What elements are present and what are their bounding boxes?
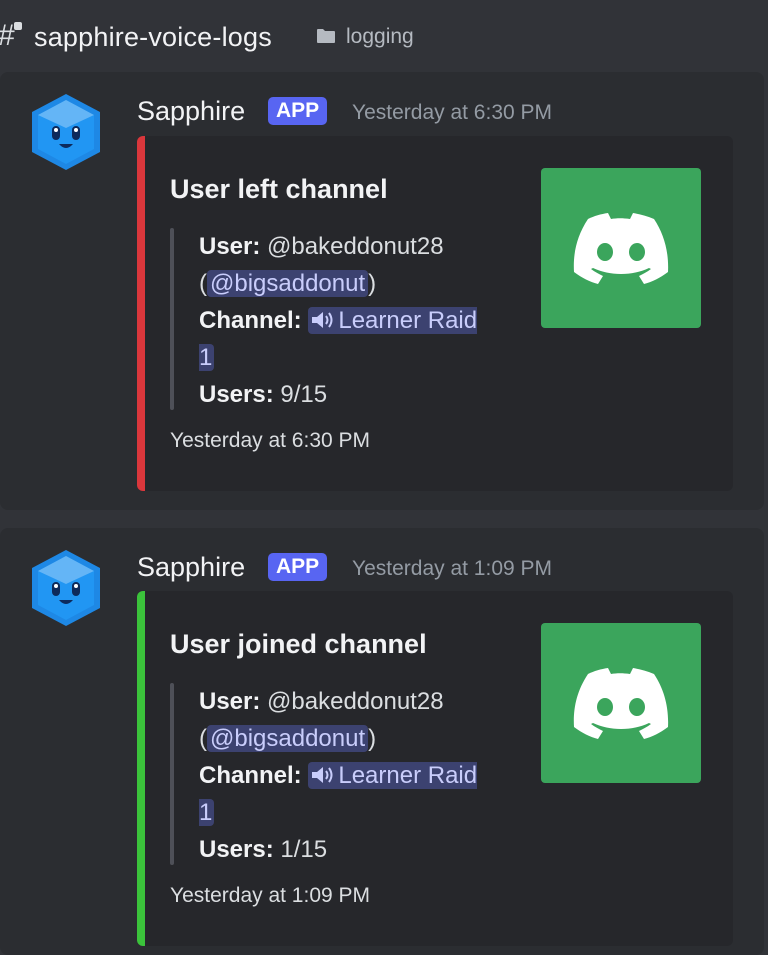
hash-lock-icon: #	[0, 18, 24, 54]
quote-bar	[170, 228, 174, 410]
embed-fields: User: @bakeddonut28 (@bigsaddonut) Chann…	[199, 228, 499, 413]
embed-accent-bar	[137, 591, 145, 946]
discord-logo-icon	[573, 213, 669, 284]
paren: )	[368, 725, 377, 752]
discord-logo-thumbnail[interactable]	[541, 623, 701, 783]
users-label: Users:	[199, 381, 274, 408]
embed-title: User left channel	[170, 174, 388, 204]
user-label: User:	[199, 688, 261, 715]
embed-fields: User: @bakeddonut28 (@bigsaddonut) Chann…	[199, 683, 499, 868]
embed-title: User joined channel	[170, 629, 427, 659]
users-value: 1/15	[280, 836, 328, 863]
user-mention[interactable]: @bigsaddonut	[207, 270, 369, 297]
speaker-icon	[312, 767, 333, 783]
sapphire-avatar[interactable]	[28, 92, 104, 172]
channel-label: Channel:	[199, 307, 302, 334]
message: Sapphire APP Yesterday at 6:30 PM User l…	[0, 72, 764, 510]
author-name[interactable]: Sapphire	[137, 94, 245, 128]
paren: (	[199, 725, 207, 752]
category-name[interactable]: logging	[346, 24, 414, 50]
embed: User joined channel User: @bakeddonut28 …	[137, 591, 733, 946]
message-timestamp: Yesterday at 6:30 PM	[352, 101, 553, 124]
embed-accent-bar	[137, 136, 145, 491]
users-value: 9/15	[280, 381, 328, 408]
embed-footer: Yesterday at 1:09 PM	[170, 884, 371, 907]
embed: User left channel User: @bakeddonut28 (@…	[137, 136, 733, 491]
author-name[interactable]: Sapphire	[137, 550, 245, 584]
sapphire-avatar[interactable]	[28, 548, 104, 628]
discord-logo-icon	[573, 668, 669, 739]
channel-header: # sapphire-voice-logs logging	[0, 0, 768, 72]
speaker-icon	[312, 312, 333, 328]
app-badge: APP	[268, 97, 328, 125]
channel-label: Channel:	[199, 762, 302, 789]
users-label: Users:	[199, 836, 274, 863]
user-label: User:	[199, 233, 261, 260]
user-value: @bakeddonut28	[267, 233, 444, 260]
quote-bar	[170, 683, 174, 865]
user-value: @bakeddonut28	[267, 688, 444, 715]
embed-footer: Yesterday at 6:30 PM	[170, 429, 371, 452]
app-badge: APP	[268, 553, 328, 581]
discord-logo-thumbnail[interactable]	[541, 168, 701, 328]
message-timestamp: Yesterday at 1:09 PM	[352, 557, 553, 580]
message: Sapphire APP Yesterday at 1:09 PM User j…	[0, 528, 764, 955]
folder-icon	[317, 29, 335, 43]
user-mention[interactable]: @bigsaddonut	[207, 725, 369, 752]
paren: (	[199, 270, 207, 297]
channel-name[interactable]: sapphire-voice-logs	[34, 20, 272, 54]
paren: )	[368, 270, 377, 297]
